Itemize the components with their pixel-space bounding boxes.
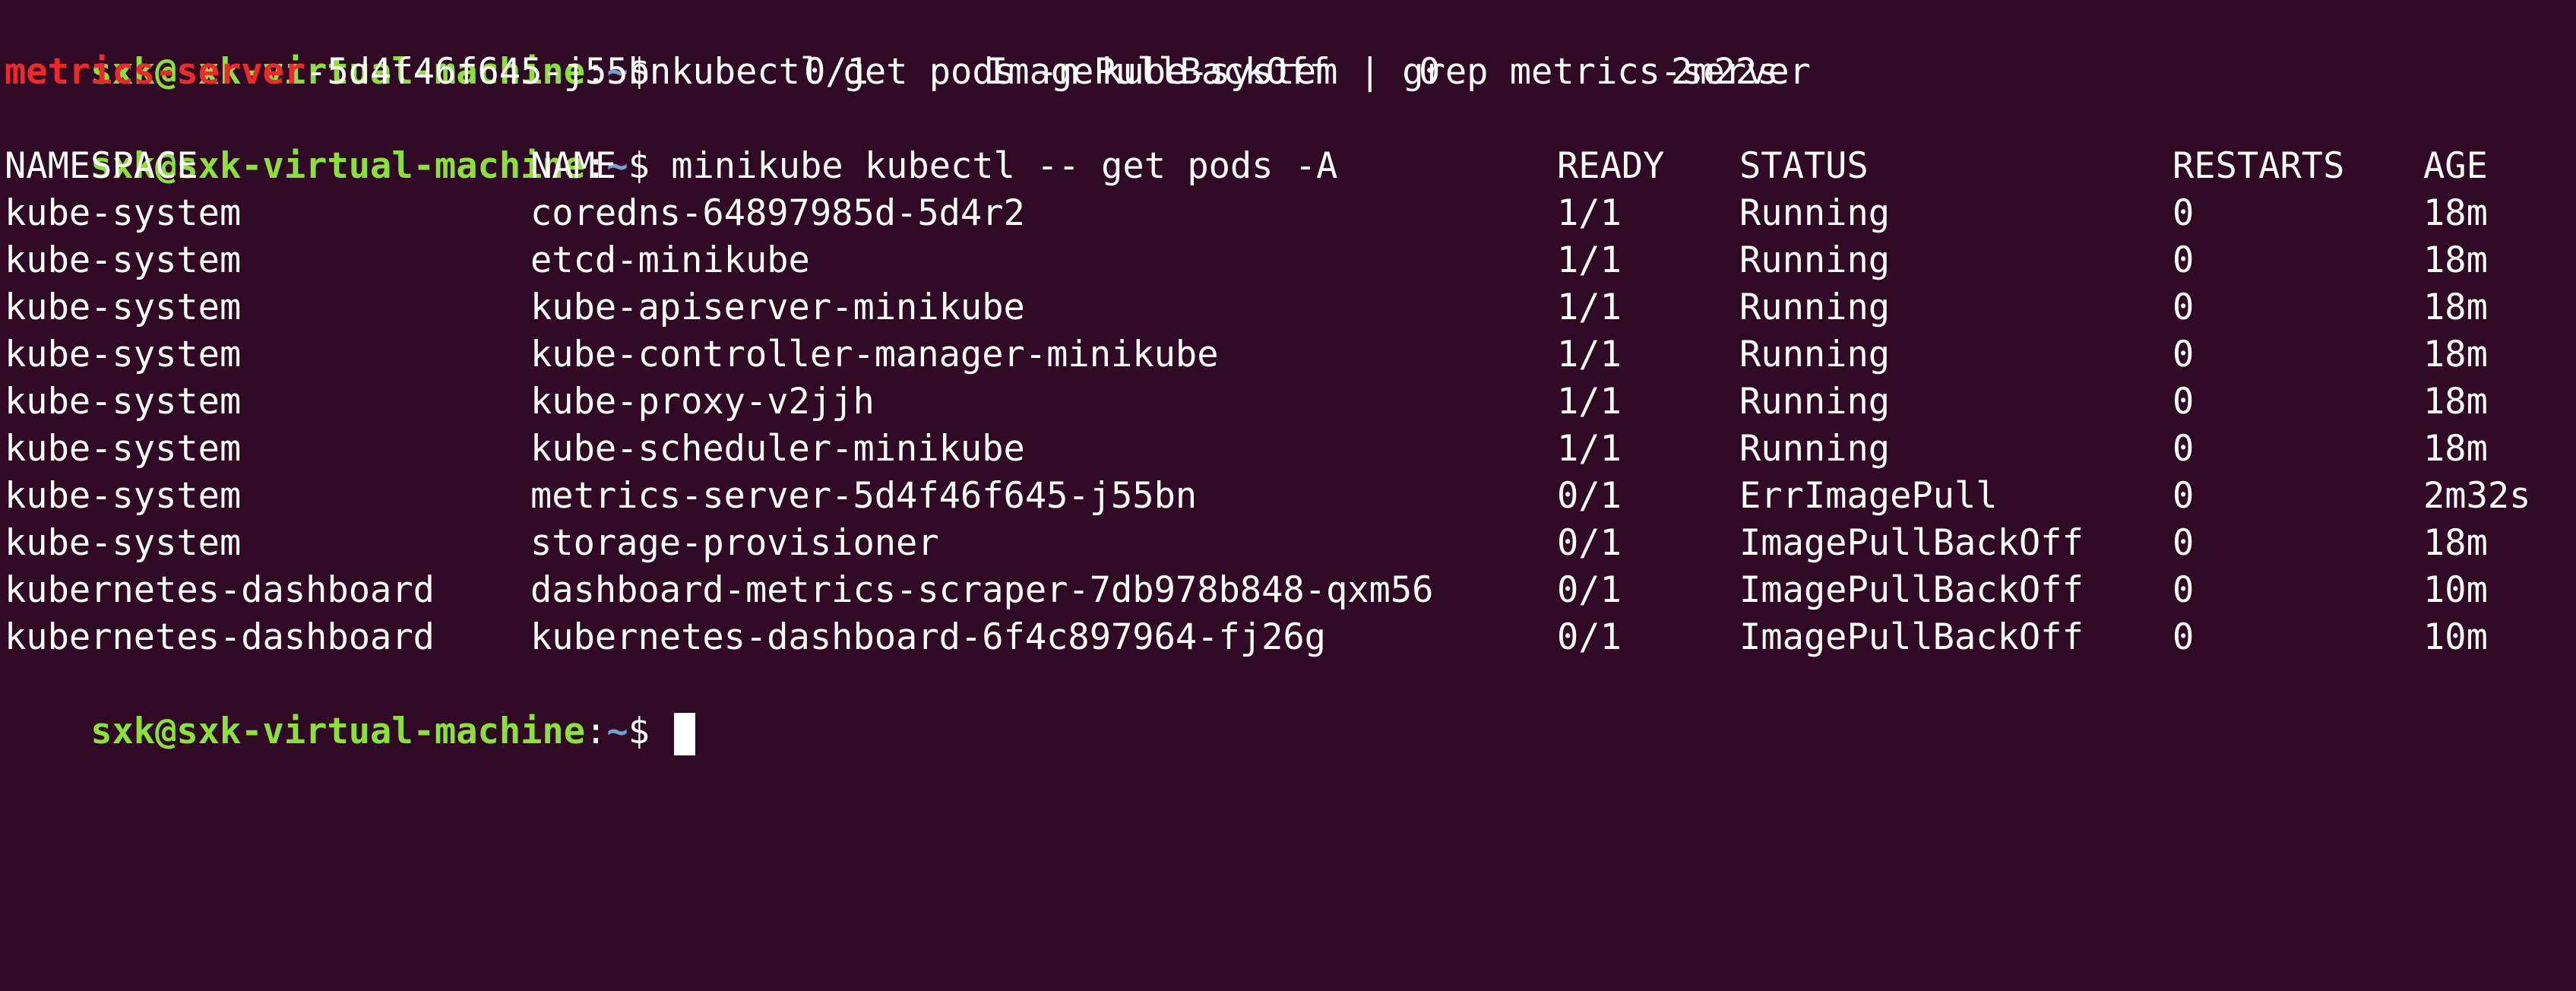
active-prompt-line[interactable]: sxk@sxk-virtual-machine:~$ bbox=[5, 661, 2573, 755]
grep-result-restarts: 0 bbox=[1419, 51, 1441, 93]
command-line-2: sxk@sxk-virtual-machine:~$ minikube kube… bbox=[5, 96, 2573, 187]
pod-ready: 0/1 bbox=[1557, 569, 1622, 611]
table-row: kubernetes-dashboard kubernetes-dashboar… bbox=[5, 614, 2573, 661]
grep-result-name-rest: -5d4f46f645-j55bn bbox=[305, 51, 672, 93]
pod-namespace: kube-system bbox=[5, 192, 242, 234]
pod-status: Running bbox=[1739, 334, 1891, 375]
pod-status: ImagePullBackOff bbox=[1739, 569, 2084, 611]
table-row: kube-system kube-controller-manager-mini… bbox=[5, 331, 2573, 378]
pod-ready: 1/1 bbox=[1557, 287, 1622, 328]
table-row: kube-system kube-apiserver-minikube 1/1 … bbox=[5, 284, 2573, 331]
pod-namespace: kube-system bbox=[5, 475, 242, 517]
pod-name: kube-proxy-v2jjh bbox=[530, 381, 875, 423]
pod-restarts: 0 bbox=[2173, 428, 2195, 470]
prompt-dollar: $ bbox=[628, 711, 650, 752]
pod-restarts: 0 bbox=[2173, 192, 2195, 234]
pod-status: Running bbox=[1739, 192, 1891, 234]
pod-restarts: 0 bbox=[2173, 334, 2195, 375]
pod-restarts: 0 bbox=[2173, 381, 2195, 423]
pod-namespace: kube-system bbox=[5, 334, 242, 375]
pod-name: kube-controller-manager-minikube bbox=[530, 334, 1219, 375]
pod-name: storage-provisioner bbox=[530, 522, 939, 564]
pod-name: dashboard-metrics-scraper-7db978b848-qxm… bbox=[530, 569, 1434, 611]
header-namespace: NAMESPACE bbox=[5, 145, 198, 187]
text-cursor[interactable] bbox=[674, 712, 696, 755]
pod-namespace: kubernetes-dashboard bbox=[5, 569, 435, 611]
pod-ready: 0/1 bbox=[1557, 522, 1622, 564]
pod-status: Running bbox=[1739, 428, 1891, 470]
pod-namespace: kube-system bbox=[5, 428, 242, 470]
table-row: kube-system storage-provisioner 0/1 Imag… bbox=[5, 520, 2573, 567]
pod-namespace: kube-system bbox=[5, 381, 242, 423]
pod-name: kubernetes-dashboard-6f4c897964-fj26g bbox=[530, 616, 1326, 658]
table-row: kube-system etcd-minikube 1/1 Running 0 … bbox=[5, 237, 2573, 284]
pod-ready: 0/1 bbox=[1557, 616, 1622, 658]
pod-age: 2m32s bbox=[2423, 475, 2531, 517]
pod-age: 10m bbox=[2423, 569, 2488, 611]
pod-ready: 0/1 bbox=[1557, 475, 1622, 517]
grep-result-age: 2m22s bbox=[1671, 51, 1779, 93]
header-restarts: RESTARTS bbox=[2173, 145, 2345, 187]
terminal-window[interactable]: sxk@sxk-virtual-machine:~$ kubectl get p… bbox=[5, 2, 2573, 755]
grep-match-highlight: metrics-server bbox=[5, 51, 306, 93]
pod-status: ImagePullBackOff bbox=[1739, 522, 2084, 564]
pod-age: 18m bbox=[2423, 381, 2488, 423]
pod-status: ErrImagePull bbox=[1739, 475, 1998, 517]
table-row: kubernetes-dashboard dashboard-metrics-s… bbox=[5, 567, 2573, 614]
pod-age: 18m bbox=[2423, 428, 2488, 470]
pod-status: ImagePullBackOff bbox=[1739, 616, 2084, 658]
pod-restarts: 0 bbox=[2173, 475, 2195, 517]
pod-age: 18m bbox=[2423, 334, 2488, 375]
pod-namespace: kube-system bbox=[5, 239, 242, 281]
pod-name: coredns-64897985d-5d4r2 bbox=[530, 192, 1025, 234]
grep-result-ready: 0/1 bbox=[804, 51, 869, 93]
table-row: kube-system kube-proxy-v2jjh 1/1 Running… bbox=[5, 378, 2573, 426]
pod-restarts: 0 bbox=[2173, 287, 2195, 328]
pod-ready: 1/1 bbox=[1557, 381, 1622, 423]
pod-age: 18m bbox=[2423, 522, 2488, 564]
pod-ready: 1/1 bbox=[1557, 334, 1622, 375]
pod-restarts: 0 bbox=[2173, 522, 2195, 564]
pod-status: Running bbox=[1739, 381, 1891, 423]
pod-ready: 1/1 bbox=[1557, 192, 1622, 234]
pod-status: Running bbox=[1739, 287, 1891, 328]
pod-restarts: 0 bbox=[2173, 616, 2195, 658]
table-header: NAMESPACE NAME READY STATUS RESTARTS AGE bbox=[5, 143, 2573, 190]
header-ready: READY bbox=[1557, 145, 1665, 187]
pod-ready: 1/1 bbox=[1557, 428, 1622, 470]
grep-result-name: metrics-server-5d4f46f645-j55bn bbox=[5, 49, 671, 96]
prompt-path: ~ bbox=[606, 711, 628, 752]
table-row: kube-system metrics-server-5d4f46f645-j5… bbox=[5, 473, 2573, 520]
pod-namespace: kubernetes-dashboard bbox=[5, 616, 435, 658]
pod-restarts: 0 bbox=[2173, 239, 2195, 281]
pod-name: metrics-server-5d4f46f645-j55bn bbox=[530, 475, 1198, 517]
header-name: NAME bbox=[530, 145, 617, 187]
table-row: kube-system kube-scheduler-minikube 1/1 … bbox=[5, 426, 2573, 473]
command-line-1: sxk@sxk-virtual-machine:~$ kubectl get p… bbox=[5, 2, 2573, 93]
pod-name: etcd-minikube bbox=[530, 239, 810, 281]
pod-name: kube-apiserver-minikube bbox=[530, 287, 1025, 328]
prompt-user-host: sxk@sxk-virtual-machine bbox=[90, 711, 586, 752]
pod-namespace: kube-system bbox=[5, 287, 242, 328]
table-row: kube-system coredns-64897985d-5d4r2 1/1 … bbox=[5, 190, 2573, 237]
pod-ready: 1/1 bbox=[1557, 239, 1622, 281]
prompt-colon: : bbox=[585, 711, 607, 752]
pod-age: 10m bbox=[2423, 616, 2488, 658]
pod-namespace: kube-system bbox=[5, 522, 242, 564]
header-status: STATUS bbox=[1739, 145, 1869, 187]
header-age: AGE bbox=[2423, 145, 2488, 187]
pod-name: kube-scheduler-minikube bbox=[530, 428, 1025, 470]
pod-status: Running bbox=[1739, 239, 1891, 281]
pod-restarts: 0 bbox=[2173, 569, 2195, 611]
pod-age: 18m bbox=[2423, 192, 2488, 234]
pod-age: 18m bbox=[2423, 239, 2488, 281]
grep-result-line: metrics-server-5d4f46f645-j55bn 0/1 Imag… bbox=[5, 49, 2573, 96]
grep-result-status: ImagePullBackOff bbox=[986, 51, 1331, 93]
pod-age: 18m bbox=[2423, 287, 2488, 328]
